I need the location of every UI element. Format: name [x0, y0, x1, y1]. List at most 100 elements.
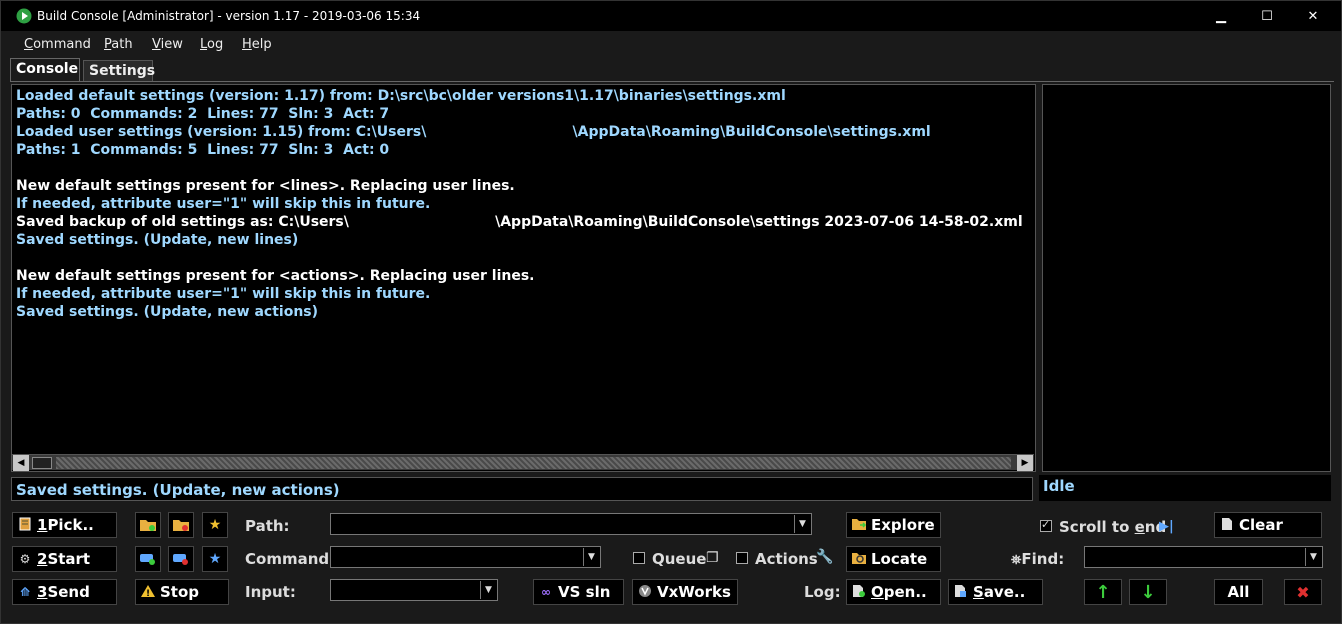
- console-output[interactable]: Loaded default settings (version: 1.17) …: [11, 84, 1036, 472]
- all-label: All: [1227, 583, 1250, 601]
- remove-command-button[interactable]: [168, 546, 194, 572]
- command-input[interactable]: ▼: [330, 546, 601, 568]
- actions-checkbox[interactable]: [736, 552, 748, 564]
- console-line: Saved settings. (Update, new actions): [16, 304, 319, 320]
- favorite-path-button[interactable]: ★: [202, 512, 228, 538]
- console-line: Paths: 1 Commands: 5 Lines: 77 Sln: 3 Ac…: [16, 142, 390, 158]
- find-input[interactable]: ▼: [1084, 546, 1323, 568]
- console-line: Loaded user settings (version: 1.15) fro…: [16, 124, 931, 140]
- console-line: If needed, attribute user="1" will skip …: [16, 196, 431, 212]
- explore-button[interactable]: Explore: [846, 512, 941, 538]
- chevron-down-icon[interactable]: ▼: [583, 548, 599, 566]
- chevron-down-icon[interactable]: ▼: [1305, 548, 1321, 566]
- save-log-button[interactable]: Save..: [948, 579, 1043, 605]
- vs-sln-label: VS sln: [558, 583, 611, 601]
- document-icon: [1219, 517, 1235, 533]
- open-folder-button[interactable]: [135, 512, 161, 538]
- scroll-label-mnemonic: e: [1134, 518, 1145, 536]
- tab-console[interactable]: Console: [10, 58, 80, 82]
- menu-mnemonic: V: [152, 37, 161, 52]
- select-all-button[interactable]: All: [1214, 579, 1263, 605]
- scroll-up-button[interactable]: ↑: [1084, 579, 1122, 605]
- close-button[interactable]: ✕: [1290, 1, 1336, 31]
- menu-log[interactable]: Log: [200, 37, 223, 52]
- scroll-track[interactable]: [56, 457, 1011, 469]
- console-line: Saved backup of old settings as: C:\User…: [16, 214, 1023, 230]
- remove-folder-button[interactable]: [168, 512, 194, 538]
- start-label: Start: [47, 550, 91, 568]
- minimize-button[interactable]: ▁: [1198, 1, 1244, 31]
- add-command-button[interactable]: [135, 546, 161, 572]
- menu-command[interactable]: Command: [24, 37, 91, 52]
- side-output-pane[interactable]: [1042, 84, 1331, 472]
- folder-remove-icon: [173, 520, 189, 531]
- save-file-icon: [953, 584, 969, 600]
- chevron-down-icon[interactable]: ▼: [480, 581, 496, 599]
- send-number: 3: [37, 583, 48, 601]
- clear-label: Clear: [1239, 516, 1283, 534]
- open-file-icon: [851, 584, 867, 600]
- queue-checkbox[interactable]: [633, 552, 645, 564]
- find-label: ⛯Find:: [1011, 550, 1064, 568]
- build-console-window: Build Console [Administrator] - version …: [0, 0, 1342, 624]
- folder-add-icon: [140, 520, 156, 531]
- delete-icon: ✖: [1296, 582, 1310, 602]
- scroll-down-button[interactable]: ↓: [1129, 579, 1167, 605]
- horizontal-scrollbar[interactable]: ◀ ▶: [12, 454, 1034, 471]
- menu-view[interactable]: View: [152, 37, 183, 52]
- scroll-thumb[interactable]: [32, 457, 52, 469]
- delete-button[interactable]: ✖: [1284, 579, 1322, 605]
- console-line: Loaded default settings (version: 1.17) …: [16, 88, 786, 104]
- title-bar: Build Console [Administrator] - version …: [1, 1, 1341, 31]
- scroll-right-icon[interactable]: ▶: [1017, 455, 1033, 471]
- scroll-to-end-checkbox[interactable]: [1040, 518, 1052, 532]
- menu-help[interactable]: Help: [242, 37, 272, 52]
- window-title: Build Console [Administrator] - version …: [37, 9, 421, 23]
- save-label: ave..: [983, 583, 1026, 601]
- console-line: New default settings present for <lines>…: [16, 178, 515, 194]
- scroll-to-end-label: Scroll to end: [1059, 518, 1166, 536]
- menu-mnemonic: L: [200, 37, 208, 52]
- warning-icon: !: [140, 584, 156, 600]
- pick-label: Pick..: [47, 516, 94, 534]
- locate-button[interactable]: Locate: [846, 546, 941, 572]
- pick-button[interactable]: 1 Pick..: [12, 512, 117, 538]
- menu-label: iew: [160, 37, 183, 52]
- menu-mnemonic: C: [24, 37, 34, 52]
- command-label: Command:: [245, 550, 336, 568]
- tab-settings[interactable]: Settings: [83, 60, 155, 82]
- star-icon: ★: [208, 551, 222, 567]
- stop-label: Stop: [160, 583, 200, 601]
- pick-number: 1: [37, 516, 48, 534]
- tab-divider: [10, 81, 1334, 82]
- favorite-command-button[interactable]: ★: [202, 546, 228, 572]
- status-idle: Idle: [1039, 475, 1331, 501]
- vxworks-button[interactable]: VxWorks: [632, 579, 738, 605]
- scroll-left-icon[interactable]: ◀: [13, 455, 29, 471]
- send-button[interactable]: ⟰ 3 Send: [12, 579, 117, 605]
- input-field[interactable]: ▼: [330, 579, 498, 601]
- maximize-button[interactable]: ☐: [1244, 1, 1290, 31]
- open-log-button[interactable]: Open..: [846, 579, 941, 605]
- send-icon: ⟰: [19, 585, 31, 599]
- wrench-icon: 🔧: [816, 549, 834, 565]
- path-input[interactable]: ▼: [330, 513, 812, 535]
- queue-label: Queue: [652, 550, 707, 568]
- clear-button[interactable]: Clear: [1214, 512, 1322, 538]
- console-line: Saved settings. (Update, new lines): [16, 232, 299, 248]
- gear-icon: ⚙: [19, 552, 31, 566]
- start-button[interactable]: ⚙ 2 Start: [12, 546, 117, 572]
- send-label: Send: [47, 583, 90, 601]
- vs-sln-button[interactable]: ∞ VS sln: [533, 579, 624, 605]
- vxworks-label: VxWorks: [657, 583, 731, 601]
- menu-mnemonic: H: [242, 37, 252, 52]
- last-message: Saved settings. (Update, new actions): [11, 477, 1033, 501]
- stop-button[interactable]: ! Stop: [135, 579, 229, 605]
- actions-label: Actions: [755, 550, 818, 568]
- menu-path[interactable]: Path: [104, 37, 133, 52]
- chevron-down-icon[interactable]: ▼: [794, 515, 810, 533]
- input-label: Input:: [245, 583, 296, 601]
- menu-label: og: [207, 37, 224, 52]
